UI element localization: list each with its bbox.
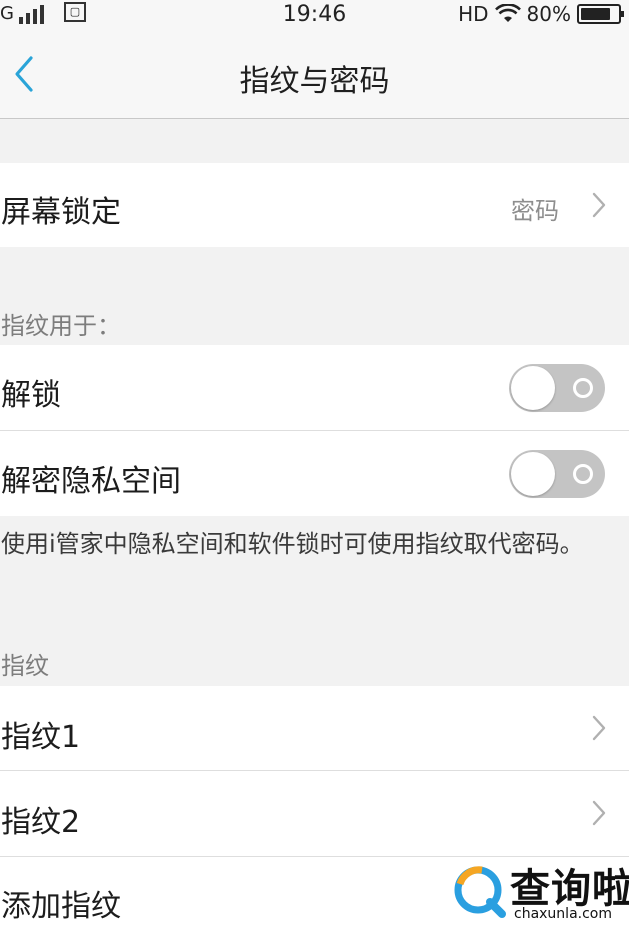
network-type: HD: [458, 2, 489, 26]
watermark-url: chaxunla.com: [514, 906, 612, 922]
screen-lock-label: 屏幕锁定: [1, 195, 121, 230]
fingerprint-item-1[interactable]: 指纹1: [0, 686, 629, 770]
page-title: 指纹与密码: [239, 64, 390, 99]
toggle-off-indicator-icon: [573, 464, 593, 484]
private-space-row: 解密隐私空间: [0, 431, 629, 516]
fingerprint-item-2[interactable]: 指纹2: [0, 771, 629, 856]
site-watermark: 查询啦 chaxunla.com: [452, 856, 629, 926]
fingerprint-item-label: 指纹2: [1, 805, 81, 840]
add-fingerprint-link[interactable]: 添加指纹: [1, 881, 121, 925]
battery-percent: 80%: [526, 2, 571, 26]
chevron-right-icon: [592, 192, 606, 218]
magnifier-logo-icon: [454, 866, 506, 918]
screen-lock-value: 密码: [511, 197, 559, 225]
title-bar: 指纹与密码: [0, 30, 629, 119]
chevron-right-icon: [592, 715, 606, 741]
fingerprint-item-label: 指纹1: [1, 720, 81, 755]
toggle-off-indicator-icon: [573, 378, 593, 398]
fingerprint-usage-note: 使用i管家中隐私空间和软件锁时可使用指纹取代密码。: [1, 530, 584, 558]
private-space-toggle[interactable]: [509, 450, 605, 498]
fingerprints-section-label: 指纹: [1, 652, 49, 680]
battery-icon: [577, 4, 624, 24]
status-right: HD 80%: [458, 2, 624, 26]
chevron-right-icon: [592, 800, 606, 826]
unlock-label: 解锁: [1, 378, 61, 413]
wifi-icon: [494, 4, 521, 22]
unlock-toggle[interactable]: [509, 364, 605, 412]
toggle-knob: [511, 366, 555, 410]
unlock-row: 解锁: [0, 345, 629, 431]
status-bar: G ▢ 19:46 HD 80%: [0, 0, 629, 30]
toggle-knob: [511, 452, 555, 496]
private-space-label: 解密隐私空间: [1, 464, 181, 499]
fingerprint-usage-section-label: 指纹用于：: [1, 312, 121, 340]
screen-lock-row[interactable]: 屏幕锁定 密码: [0, 163, 629, 247]
